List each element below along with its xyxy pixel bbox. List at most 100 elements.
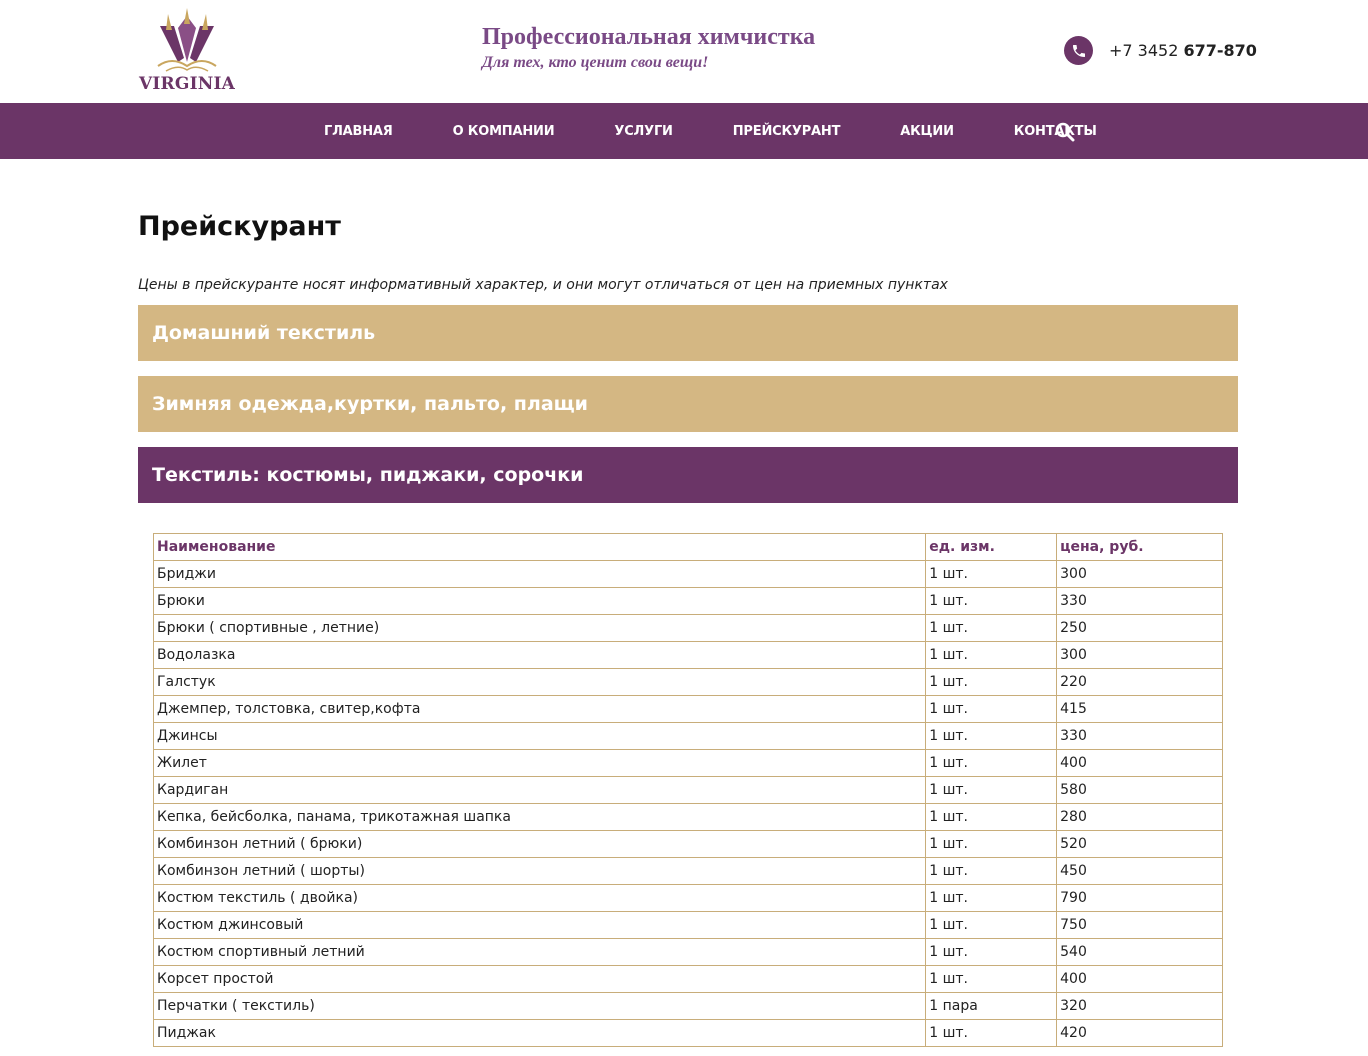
cell-item-name: Корсет простой	[152, 965, 927, 993]
search-icon[interactable]	[1055, 122, 1075, 142]
cell-item-name: Жилет	[152, 749, 927, 777]
table-row: Жилет 1 шт. 400	[152, 749, 1223, 777]
cell-item-name: Костюм джинсовый	[152, 911, 927, 939]
cell-item-name: Комбинзон летний ( шорты)	[152, 857, 927, 885]
accordion-winter-clothing[interactable]: Зимняя одежда,куртки, пальто, плащи	[138, 376, 1238, 432]
table-header-row: Наименование ед. изм. цена, руб.	[152, 533, 1223, 561]
cell-price: 300	[1056, 641, 1223, 669]
phone-block[interactable]: +7 3452 677-870	[1064, 36, 1257, 65]
cell-unit: 1 шт.	[925, 749, 1058, 777]
table-row: Бриджи 1 шт. 300	[152, 560, 1223, 588]
phone-main: 677-870	[1183, 41, 1257, 60]
nav-item-promotions[interactable]: Акции	[900, 124, 954, 139]
cell-price: 400	[1056, 965, 1223, 993]
cell-unit: 1 шт.	[925, 884, 1058, 912]
slogan-title: Профессиональная химчистка	[482, 24, 816, 50]
logo-text: VIRGINIA	[138, 74, 236, 94]
cell-item-name: Водолазка	[152, 641, 927, 669]
table-row: Комбинзон летний ( брюки) 1 шт. 520	[152, 830, 1223, 858]
cell-unit: 1 шт.	[925, 614, 1058, 642]
slogan-subtitle: Для тех, кто ценит свои вещи!	[482, 54, 709, 71]
table-row: Джинсы 1 шт. 330	[152, 722, 1223, 750]
cell-price: 790	[1056, 884, 1223, 912]
table-row: Джемпер, толстовка, свитер,кофта 1 шт. 415	[152, 695, 1223, 723]
cell-unit: 1 шт.	[925, 668, 1058, 696]
cell-item-name: Галстук	[152, 668, 927, 696]
cell-item-name: Бриджи	[152, 560, 927, 588]
table-row: Галстук 1 шт. 220	[152, 668, 1223, 696]
price-table-wrapper: Наименование ед. изм. цена, руб. Бриджи 1…	[152, 533, 1223, 1047]
cell-price: 220	[1056, 668, 1223, 696]
cell-price: 520	[1056, 830, 1223, 858]
table-row: Костюм спортивный летний 1 шт. 540	[152, 938, 1223, 966]
nav-item-home[interactable]: Главная	[324, 124, 393, 139]
cell-price: 540	[1056, 938, 1223, 966]
cell-item-name: Брюки ( спортивные , летние)	[152, 614, 927, 642]
table-row: Костюм джинсовый 1 шт. 750	[152, 911, 1223, 939]
site-header: VIRGINIA Профессиональная химчистка Для …	[0, 0, 1368, 103]
phone-number[interactable]: +7 3452 677-870	[1109, 41, 1257, 60]
cell-item-name: Кепка, бейсболка, панама, трикотажная ша…	[152, 803, 927, 831]
phone-prefix: +7 3452	[1109, 41, 1179, 60]
nav-items: Главная О компании Услуги Прейскурант Ак…	[324, 103, 1157, 159]
table-row: Кардиган 1 шт. 580	[152, 776, 1223, 804]
cell-item-name: Комбинзон летний ( брюки)	[152, 830, 927, 858]
table-row: Пиджак 1 шт. 420	[152, 1019, 1223, 1047]
cell-unit: 1 шт.	[925, 641, 1058, 669]
cell-price: 420	[1056, 1019, 1223, 1047]
cell-price: 415	[1056, 695, 1223, 723]
cell-item-name: Костюм спортивный летний	[152, 938, 927, 966]
table-row: Комбинзон летний ( шорты) 1 шт. 450	[152, 857, 1223, 885]
cell-price: 250	[1056, 614, 1223, 642]
nav-item-pricelist[interactable]: Прейскурант	[733, 124, 841, 139]
cell-item-name: Кардиган	[152, 776, 927, 804]
table-row: Кепка, бейсболка, панама, трикотажная ша…	[152, 803, 1223, 831]
cell-item-name: Костюм текстиль ( двойка)	[152, 884, 927, 912]
table-row: Перчатки ( текстиль) 1 пара 320	[152, 992, 1223, 1020]
table-row: Костюм текстиль ( двойка) 1 шт. 790	[152, 884, 1223, 912]
table-row: Брюки ( спортивные , летние) 1 шт. 250	[152, 614, 1223, 642]
cell-item-name: Пиджак	[152, 1019, 927, 1047]
cell-unit: 1 шт.	[925, 857, 1058, 885]
cell-unit: 1 шт.	[925, 560, 1058, 588]
cell-price: 320	[1056, 992, 1223, 1020]
column-header-unit: ед. изм.	[925, 533, 1058, 561]
nav-item-services[interactable]: Услуги	[614, 124, 673, 139]
cell-unit: 1 шт.	[925, 803, 1058, 831]
price-note: Цены в прейскуранте носят информативный …	[138, 277, 948, 293]
cell-unit: 1 шт.	[925, 722, 1058, 750]
accordion-home-textile[interactable]: Домашний текстиль	[138, 305, 1238, 361]
cell-unit: 1 шт.	[925, 587, 1058, 615]
main-nav: Главная О компании Услуги Прейскурант Ак…	[0, 103, 1368, 159]
cell-price: 750	[1056, 911, 1223, 939]
price-table-body: Бриджи 1 шт. 300 Брюки 1 шт. 330 Брюки ( спорт…	[152, 560, 1223, 1047]
page-title: Прейскурант	[138, 211, 341, 242]
table-row: Корсет простой 1 шт. 400	[152, 965, 1223, 993]
column-header-price: цена, руб.	[1056, 533, 1223, 561]
cell-price: 580	[1056, 776, 1223, 804]
cell-item-name: Джемпер, толстовка, свитер,кофта	[152, 695, 927, 723]
cell-price: 330	[1056, 587, 1223, 615]
table-row: Водолазка 1 шт. 300	[152, 641, 1223, 669]
cell-price: 300	[1056, 560, 1223, 588]
cell-item-name: Брюки	[152, 587, 927, 615]
cell-unit: 1 шт.	[925, 965, 1058, 993]
column-header-name: Наименование	[152, 533, 927, 561]
cell-unit: 1 шт.	[925, 695, 1058, 723]
cell-unit: 1 пара	[925, 992, 1058, 1020]
cell-unit: 1 шт.	[925, 830, 1058, 858]
cell-unit: 1 шт.	[925, 1019, 1058, 1047]
cell-price: 400	[1056, 749, 1223, 777]
logo[interactable]: VIRGINIA	[138, 8, 236, 96]
cell-unit: 1 шт.	[925, 938, 1058, 966]
phone-icon	[1064, 36, 1093, 65]
cell-unit: 1 шт.	[925, 776, 1058, 804]
price-table: Наименование ед. изм. цена, руб. Бриджи 1…	[152, 533, 1223, 1047]
cell-price: 280	[1056, 803, 1223, 831]
cell-item-name: Перчатки ( текстиль)	[152, 992, 927, 1020]
accordion-textile-suits[interactable]: Текстиль: костюмы, пиджаки, сорочки	[138, 447, 1238, 503]
nav-item-about[interactable]: О компании	[453, 124, 555, 139]
cell-item-name: Джинсы	[152, 722, 927, 750]
crown-logo-icon	[157, 8, 217, 72]
cell-price: 330	[1056, 722, 1223, 750]
